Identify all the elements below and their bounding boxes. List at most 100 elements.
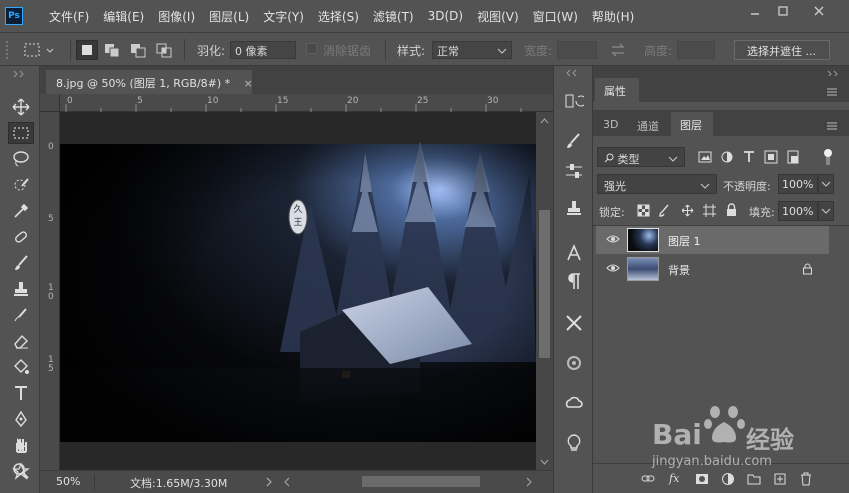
layer-row[interactable]: 图层 1 (596, 226, 829, 254)
history-brush-tool-icon[interactable] (8, 304, 34, 326)
grip-handle[interactable] (6, 41, 10, 59)
history-panel-icon[interactable] (562, 90, 586, 112)
layer-style-fx-icon[interactable]: fx (669, 472, 683, 486)
close-window-icon[interactable] (804, 0, 834, 22)
canvas-workspace[interactable]: 久 王 (60, 112, 536, 470)
opacity-dropdown-icon[interactable] (818, 174, 834, 194)
menu-file[interactable]: 文件(F) (49, 8, 89, 25)
blend-mode-select[interactable]: 强光 (597, 174, 717, 194)
scroll-right-icon[interactable] (524, 475, 534, 489)
3d-panel-icon[interactable] (562, 352, 586, 374)
status-menu-chevron-icon[interactable] (264, 475, 274, 489)
subtract-selection-icon[interactable] (128, 41, 148, 59)
panel-menu-icon[interactable] (826, 86, 838, 96)
tab-layers[interactable]: 图层 (671, 112, 713, 136)
learn-panel-icon[interactable] (562, 432, 586, 454)
swap-icon[interactable] (608, 41, 628, 59)
adjustments-panel-icon[interactable] (562, 160, 586, 182)
lock-transparent-icon[interactable] (637, 204, 650, 217)
filter-smart-object-icon[interactable] (786, 150, 800, 164)
menu-layer[interactable]: 图层(L) (209, 8, 249, 25)
antialias-checkbox[interactable] (306, 43, 317, 54)
rect-marquee-tool-icon[interactable] (8, 122, 34, 144)
eyedropper-tool-icon[interactable] (8, 200, 34, 222)
filter-shape-icon[interactable] (764, 150, 778, 164)
menu-edit[interactable]: 编辑(E) (103, 8, 144, 25)
menu-3d[interactable]: 3D(D) (428, 9, 463, 23)
filter-toggle-icon[interactable] (821, 148, 835, 166)
visibility-eye-icon[interactable] (606, 262, 620, 274)
marquee-preset-icon[interactable] (22, 41, 58, 59)
photoshop-logo-icon[interactable]: Ps (5, 7, 23, 25)
collapse-panels-icon[interactable] (562, 68, 586, 78)
lock-artboard-icon[interactable] (703, 204, 716, 217)
fill-dropdown-icon[interactable] (818, 201, 834, 221)
style-select[interactable]: 正常 (432, 41, 512, 59)
paragraph-panel-icon[interactable] (562, 270, 586, 292)
filter-type-icon[interactable] (742, 150, 756, 164)
menu-help[interactable]: 帮助(H) (592, 8, 634, 25)
layers-scroll-track[interactable] (829, 226, 845, 462)
delete-layer-icon[interactable] (799, 472, 813, 486)
new-group-icon[interactable] (747, 472, 761, 486)
creative-cloud-libraries-icon[interactable] (562, 392, 586, 414)
tab-close-icon[interactable]: × (244, 77, 253, 90)
menu-window[interactable]: 窗口(W) (533, 8, 578, 25)
filter-pixel-icon[interactable] (698, 150, 712, 164)
add-selection-icon[interactable] (102, 41, 122, 59)
tab-3d[interactable]: 3D (603, 118, 618, 131)
ruler-vertical[interactable]: 0 5 1 0 1 5 (40, 112, 60, 470)
layers-panel-menu-icon[interactable] (826, 120, 838, 130)
add-mask-icon[interactable] (695, 472, 709, 486)
link-layers-icon[interactable] (641, 472, 655, 486)
maximize-icon[interactable] (768, 0, 798, 22)
tab-properties[interactable]: 属性 (595, 78, 639, 102)
quick-selection-tool-icon[interactable] (8, 174, 34, 196)
layer-filter-select[interactable]: 类型 (597, 147, 685, 167)
document-tab[interactable]: 8.jpg @ 50% (图层 1, RGB/8#) * × (46, 70, 253, 94)
eraser-tool-icon[interactable] (8, 330, 34, 352)
paint-bucket-tool-icon[interactable] (8, 356, 34, 378)
ruler-origin[interactable] (40, 94, 60, 112)
zoom-tool-icon[interactable] (8, 460, 34, 482)
scroll-down-icon[interactable] (538, 456, 551, 466)
horizontal-scroll-thumb[interactable] (362, 476, 480, 487)
menu-type[interactable]: 文字(Y) (263, 8, 304, 25)
adjustment-layer-icon[interactable] (721, 472, 735, 486)
layer-name[interactable]: 背景 (668, 262, 690, 278)
minimize-icon[interactable] (740, 0, 770, 22)
zoom-level[interactable]: 50% (56, 475, 80, 488)
scroll-left-icon[interactable] (282, 475, 292, 489)
select-and-mask-button[interactable]: 选择并遮住 ... (734, 40, 830, 60)
height-input[interactable] (677, 41, 715, 59)
menu-select[interactable]: 选择(S) (318, 8, 359, 25)
pen-tool-icon[interactable] (8, 408, 34, 430)
type-tool-icon[interactable] (8, 382, 34, 404)
hand-tool-icon[interactable] (8, 434, 34, 456)
scroll-thumb[interactable] (539, 210, 550, 358)
collapse-chevron-icon[interactable] (8, 70, 34, 78)
menu-filter[interactable]: 滤镜(T) (373, 8, 414, 25)
filter-adjustment-icon[interactable] (720, 150, 734, 164)
fill-input[interactable]: 100% (778, 201, 818, 221)
opacity-input[interactable]: 100% (778, 174, 818, 194)
new-selection-icon[interactable] (76, 40, 98, 60)
layer-name[interactable]: 图层 1 (668, 233, 701, 249)
clone-source-panel-icon[interactable] (562, 198, 586, 220)
lasso-tool-icon[interactable] (8, 148, 34, 170)
vertical-scrollbar[interactable] (536, 112, 553, 470)
new-layer-icon[interactable] (773, 472, 787, 486)
healing-brush-tool-icon[interactable] (8, 226, 34, 248)
width-input[interactable] (557, 41, 597, 59)
visibility-eye-icon[interactable] (606, 233, 620, 245)
brush-tool-icon[interactable] (8, 252, 34, 274)
feather-input[interactable]: 0 像素 (230, 41, 296, 59)
tools-panel-icon[interactable] (562, 312, 586, 334)
menu-view[interactable]: 视图(V) (477, 8, 519, 25)
tab-channels[interactable]: 通道 (637, 118, 659, 134)
ruler-horizontal[interactable]: 0 5 10 15 20 25 30 (40, 94, 553, 112)
intersect-selection-icon[interactable] (154, 41, 174, 59)
scroll-up-icon[interactable] (538, 115, 551, 125)
lock-pixels-icon[interactable] (659, 204, 672, 217)
character-panel-icon[interactable] (562, 242, 586, 264)
